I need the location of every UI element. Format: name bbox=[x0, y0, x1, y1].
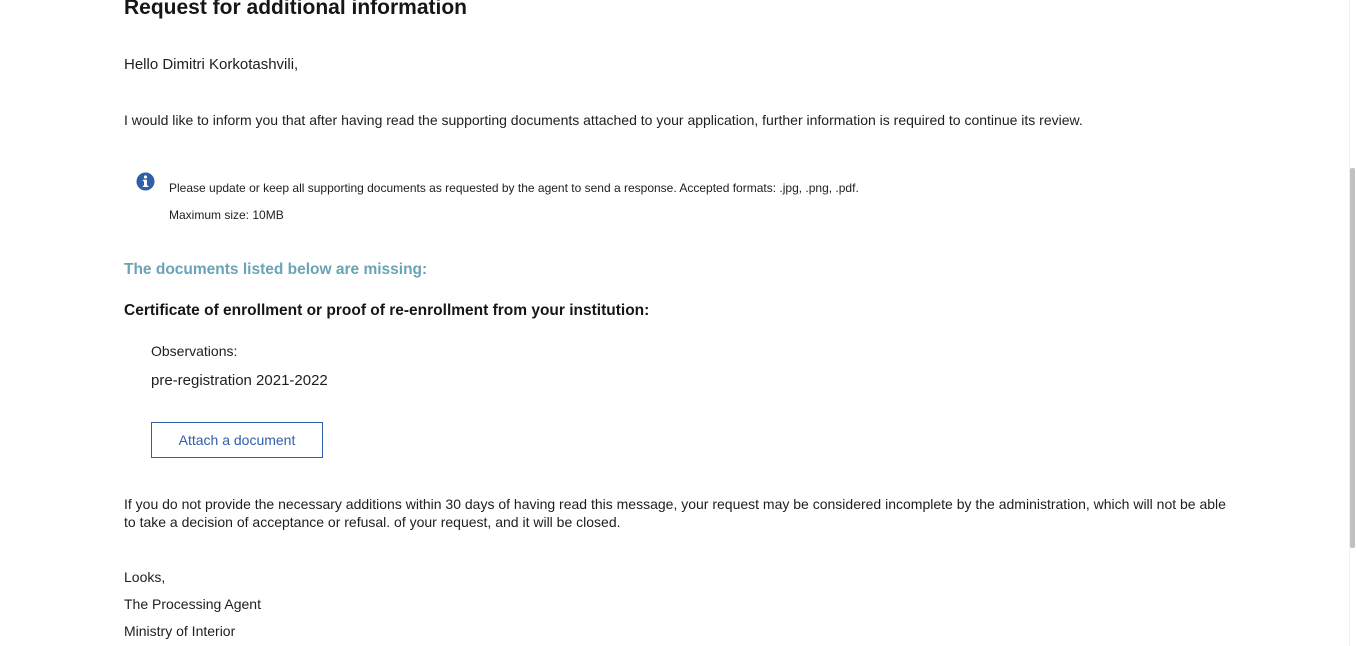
attach-document-button[interactable]: Attach a document bbox=[151, 422, 323, 458]
page: Request for additional information Hello… bbox=[0, 0, 1356, 646]
vertical-scrollbar[interactable] bbox=[1349, 0, 1356, 646]
page-title: Request for additional information bbox=[124, 0, 468, 19]
info-notice-text: Please update or keep all supporting doc… bbox=[169, 181, 859, 222]
deadline-warning-text: If you do not provide the necessary addi… bbox=[124, 496, 1226, 530]
document-title: Certificate of enrollment or proof of re… bbox=[124, 302, 650, 319]
greeting-text: Hello Dimitri Korkotashvili, bbox=[124, 56, 299, 73]
scrollbar-thumb[interactable] bbox=[1350, 168, 1355, 548]
missing-documents-heading: The documents listed below are missing: bbox=[124, 261, 428, 278]
closing-salutation: Looks, bbox=[124, 569, 166, 585]
closing-signer: The Processing Agent bbox=[124, 596, 261, 612]
intro-text: I would like to inform you that after ha… bbox=[124, 112, 1083, 128]
info-icon bbox=[136, 172, 155, 191]
observations-value: pre-registration 2021-2022 bbox=[151, 372, 328, 389]
closing-organization: Ministry of Interior bbox=[124, 623, 236, 639]
observations-label: Observations: bbox=[151, 343, 238, 359]
